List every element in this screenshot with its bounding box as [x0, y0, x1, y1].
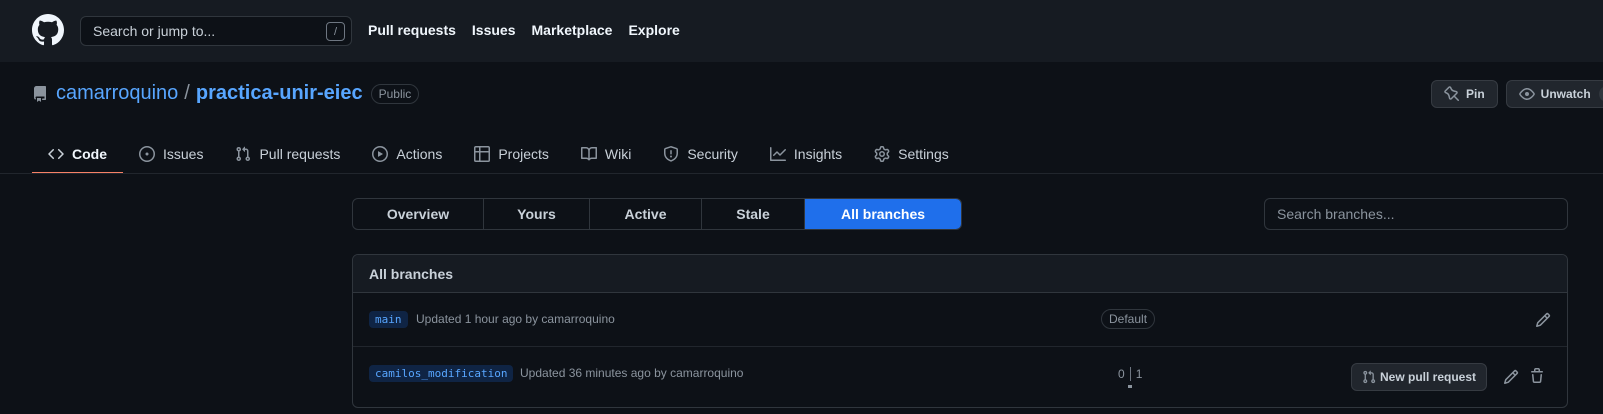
- repo-name-link[interactable]: practica-unir-eiec: [196, 82, 363, 105]
- tab-actions-label: Actions: [396, 146, 443, 162]
- branch-list: All branches main Updated 1 hour ago by …: [352, 254, 1568, 408]
- shield-icon: [664, 146, 679, 162]
- repo-title: camarroquino / practica-unir-eiec Public: [32, 82, 420, 105]
- tab-insights[interactable]: Insights: [754, 134, 858, 174]
- tab-settings[interactable]: Settings: [858, 134, 965, 174]
- ahead-count: 1: [1135, 367, 1143, 381]
- repo-actions: Pin Unwatch 1: [1431, 80, 1603, 108]
- play-icon: [372, 146, 389, 162]
- branch-updated-text: Updated 36 minutes ago by camarroquino: [520, 366, 744, 380]
- nav-pull-requests[interactable]: Pull requests: [368, 22, 456, 38]
- global-search-input[interactable]: Search or jump to... /: [80, 16, 352, 46]
- watch-count: 1: [1598, 86, 1603, 102]
- tab-projects[interactable]: Projects: [458, 134, 565, 174]
- filter-stale[interactable]: Stale: [702, 199, 805, 229]
- repo-nav-tabs: Code Issues Pull requests Actions Projec…: [32, 134, 965, 174]
- git-pull-request-icon: [236, 146, 251, 162]
- branch-row-camilos-modification: camilos_modification Updated 36 minutes …: [353, 347, 1567, 407]
- pencil-icon[interactable]: [1503, 369, 1519, 385]
- pin-icon: [1444, 86, 1460, 102]
- ahead-bar: [1128, 385, 1132, 388]
- trash-icon[interactable]: [1529, 368, 1545, 384]
- git-pull-request-icon: [1363, 370, 1376, 384]
- github-logo-icon[interactable]: [32, 14, 64, 46]
- branch-search-input[interactable]: Search branches...: [1264, 198, 1568, 230]
- issue-opened-icon: [139, 146, 155, 162]
- table-icon: [474, 146, 491, 162]
- filter-all-branches[interactable]: All branches: [805, 199, 961, 229]
- visibility-badge: Public: [370, 83, 420, 104]
- unwatch-button[interactable]: Unwatch 1: [1505, 80, 1603, 108]
- filter-overview[interactable]: Overview: [353, 199, 484, 229]
- book-icon: [580, 146, 597, 161]
- pin-button[interactable]: Pin: [1431, 80, 1498, 108]
- global-search-placeholder: Search or jump to...: [93, 23, 216, 39]
- branch-updated-text: Updated 1 hour ago by camarroquino: [416, 312, 615, 326]
- branch-list-title: All branches: [353, 255, 1567, 293]
- repo-path-separator: /: [184, 82, 190, 104]
- tab-code-label: Code: [72, 146, 107, 162]
- branch-name-link[interactable]: main: [369, 311, 408, 328]
- ahead-behind-count: 0 1: [1118, 367, 1142, 381]
- tab-actions[interactable]: Actions: [356, 134, 458, 174]
- nav-explore[interactable]: Explore: [628, 22, 679, 38]
- tab-insights-label: Insights: [793, 146, 843, 162]
- tab-wiki-label: Wiki: [604, 146, 632, 162]
- gear-icon: [874, 146, 890, 162]
- tabs-divider: [0, 173, 1603, 174]
- default-branch-badge: Default: [1101, 309, 1156, 329]
- search-shortcut-key: /: [326, 22, 345, 41]
- global-nav: Pull requests Issues Marketplace Explore: [368, 22, 680, 38]
- tab-projects-label: Projects: [498, 146, 549, 162]
- tab-wiki[interactable]: Wiki: [565, 134, 647, 174]
- pencil-icon[interactable]: [1535, 312, 1551, 328]
- nav-marketplace[interactable]: Marketplace: [532, 22, 613, 38]
- behind-count: 0: [1118, 367, 1125, 381]
- new-pull-request-label: New pull request: [1380, 370, 1477, 384]
- tab-security-label: Security: [687, 146, 738, 162]
- branch-search-placeholder: Search branches...: [1277, 206, 1395, 222]
- pin-label: Pin: [1466, 87, 1485, 101]
- repo-icon: [34, 85, 46, 102]
- tab-issues-label: Issues: [163, 146, 204, 162]
- repo-owner-link[interactable]: camarroquino: [56, 82, 178, 105]
- global-header: Search or jump to... / Pull requests Iss…: [0, 0, 1603, 62]
- graph-icon: [769, 147, 786, 161]
- tab-settings-label: Settings: [898, 146, 949, 162]
- tab-security[interactable]: Security: [647, 134, 754, 174]
- tab-pull-requests[interactable]: Pull requests: [219, 134, 356, 174]
- eye-icon: [1518, 88, 1535, 100]
- tab-issues[interactable]: Issues: [123, 134, 219, 174]
- tab-pull-requests-label: Pull requests: [259, 146, 341, 162]
- filter-active[interactable]: Active: [590, 199, 702, 229]
- ahead-behind-divider: [1129, 367, 1131, 381]
- branch-filter-tabs: Overview Yours Active Stale All branches: [352, 198, 962, 230]
- unwatch-label: Unwatch: [1540, 87, 1591, 101]
- branch-row-main: main Updated 1 hour ago by camarroquino …: [353, 293, 1567, 347]
- tab-code[interactable]: Code: [32, 134, 123, 174]
- nav-issues[interactable]: Issues: [472, 22, 516, 38]
- code-icon: [48, 148, 64, 160]
- filter-yours[interactable]: Yours: [484, 199, 590, 229]
- branch-name-link[interactable]: camilos_modification: [369, 365, 514, 382]
- new-pull-request-button[interactable]: New pull request: [1351, 363, 1488, 391]
